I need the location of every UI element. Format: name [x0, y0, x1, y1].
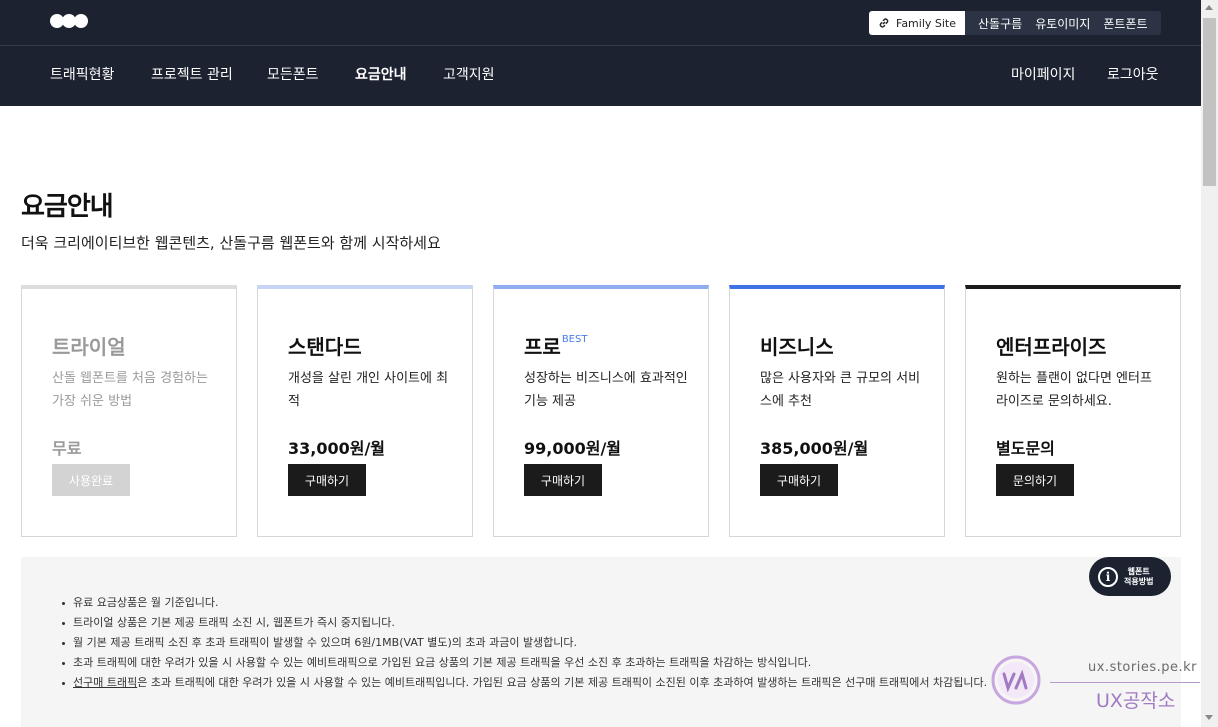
notice-item: 유료 요금상품은 월 기준입니다.	[61, 593, 987, 613]
scroll-up-arrow-icon[interactable]	[1205, 5, 1213, 10]
family-links: 산돌구름 유토이미지 폰트폰트	[965, 11, 1161, 35]
webfont-guide-label: 웹폰트 적용방법	[1124, 566, 1154, 586]
nav-support[interactable]: 고객지원	[443, 66, 495, 84]
notice-list: 유료 요금상품은 월 기준입니다. 트라이얼 상품은 기본 제공 트래픽 소진 …	[61, 593, 987, 693]
watermark-name: UX공작소	[1096, 690, 1176, 712]
plan-used-button: 사용완료	[52, 464, 130, 496]
main-nav: 트래픽현황 프로젝트 관리 모든폰트 요금안내 고객지원 마이페이지 로그아웃	[0, 66, 1201, 86]
contact-button-enterprise[interactable]: 문의하기	[996, 464, 1074, 496]
nav-traffic[interactable]: 트래픽현황	[50, 66, 114, 84]
nav-projects[interactable]: 프로젝트 관리	[151, 66, 233, 84]
nav-all-fonts[interactable]: 모든폰트	[267, 66, 319, 84]
buy-button-pro[interactable]: 구매하기	[524, 464, 602, 496]
page-subtitle: 더욱 크리에이티브한 웹콘텐츠, 산돌구름 웹폰트와 함께 시작하세요	[21, 234, 441, 252]
plan-price: 무료	[52, 439, 82, 458]
buy-button-business[interactable]: 구매하기	[760, 464, 838, 496]
notice-item: 월 기본 제공 트래픽 소진 후 초과 트래픽이 발생할 수 있으며 6원/1M…	[61, 633, 987, 653]
page-title: 요금안내	[21, 192, 114, 222]
notice-item: 선구매 트래픽은 초과 트래픽에 대한 우려가 있을 시 사용할 수 있는 예비…	[61, 673, 987, 693]
watermark-url: ux.stories.pe.kr	[1088, 660, 1198, 675]
nav-pricing[interactable]: 요금안내	[355, 66, 407, 84]
nav-mypage[interactable]: 마이페이지	[1011, 66, 1075, 84]
plan-name: 트라이얼	[52, 335, 126, 359]
nav-logout[interactable]: 로그아웃	[1107, 66, 1159, 84]
scroll-down-arrow-icon[interactable]	[1205, 715, 1213, 720]
plan-name: 엔터프라이즈	[996, 335, 1107, 359]
plan-desc: 산돌 웹폰트를 처음 경험하는 가장 쉬운 방법	[52, 371, 208, 409]
plan-card-trial: 트라이얼 산돌 웹폰트를 처음 경험하는 가장 쉬운 방법 무료 사용완료	[21, 285, 237, 537]
best-badge: BEST	[561, 334, 588, 346]
plan-price: 33,000원/월	[288, 439, 386, 458]
link-icon	[879, 18, 889, 28]
ux-logo-icon	[991, 655, 1041, 705]
plan-price: 별도문의	[996, 439, 1055, 458]
plan-card-enterprise: 엔터프라이즈 원하는 플랜이 없다면 엔터프라이즈로 문의하세요. 별도문의 문…	[965, 285, 1181, 537]
info-icon: i	[1098, 566, 1118, 587]
plan-name: 스탠다드	[288, 335, 362, 359]
plan-desc: 개성을 살린 개인 사이트에 최적	[288, 371, 449, 409]
notice-item: 초과 트래픽에 대한 우려가 있을 시 사용할 수 있는 예비트래픽으로 가입된…	[61, 653, 987, 673]
family-site-label: Family Site	[896, 16, 957, 30]
watermark-divider	[1050, 682, 1200, 683]
plan-desc: 원하는 플랜이 없다면 엔터프라이즈로 문의하세요.	[996, 371, 1152, 409]
family-link-fontfont[interactable]: 폰트폰트	[1103, 15, 1147, 32]
family-site-bar: Family Site 산돌구름 유토이미지 폰트폰트	[869, 11, 1161, 35]
plan-desc: 많은 사용자와 큰 규모의 서비스에 추천	[760, 371, 921, 409]
plan-price: 99,000원/월	[524, 439, 622, 458]
family-link-utoimage[interactable]: 유토이미지	[1035, 15, 1090, 32]
plan-name: 비즈니스	[760, 335, 834, 359]
plan-card-business: 비즈니스 많은 사용자와 큰 규모의 서비스에 추천 385,000원/월 구매…	[729, 285, 945, 537]
webfont-guide-button[interactable]: i 웹폰트 적용방법	[1089, 557, 1171, 596]
logo-dots-icon[interactable]	[50, 14, 88, 28]
family-site-button[interactable]: Family Site	[869, 11, 966, 35]
header-divider	[0, 45, 1201, 46]
plan-price: 385,000원/월	[760, 439, 869, 458]
plan-card-standard: 스탠다드 개성을 살린 개인 사이트에 최적 33,000원/월 구매하기	[257, 285, 473, 537]
plan-name: 프로BEST	[524, 334, 588, 359]
plan-desc: 성장하는 비즈니스에 효과적인 기능 제공	[524, 371, 688, 409]
scrollbar-thumb[interactable]	[1203, 18, 1216, 186]
notice-item: 트라이얼 상품은 기본 제공 트래픽 소진 시, 웹폰트가 즉시 중지됩니다.	[61, 613, 987, 633]
top-header: Family Site 산돌구름 유토이미지 폰트폰트 트래픽현황 프로젝트 관…	[0, 0, 1201, 106]
buy-button-standard[interactable]: 구매하기	[288, 464, 366, 496]
watermark: ux.stories.pe.kr UX공작소	[990, 652, 1201, 727]
prepaid-traffic-link[interactable]: 선구매 트래픽	[73, 676, 137, 689]
family-link-sandoll[interactable]: 산돌구름	[978, 15, 1022, 32]
plan-card-pro: 프로BEST 성장하는 비즈니스에 효과적인 기능 제공 99,000원/월 구…	[493, 285, 709, 537]
